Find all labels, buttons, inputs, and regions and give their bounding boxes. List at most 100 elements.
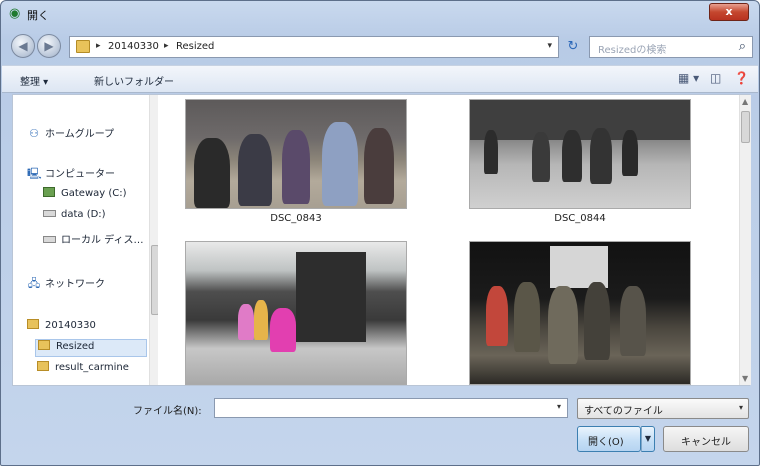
photo-figure <box>486 286 508 346</box>
back-arrow-icon: ◀ <box>18 39 28 53</box>
photo-figure <box>620 286 646 356</box>
open-options-button[interactable]: ▼ <box>641 426 655 452</box>
file-list: DSC_0843 DSC_0844 ▲ ▼ <box>161 95 751 385</box>
sidebar-item-label: Gateway (C:) <box>61 188 127 199</box>
photo-wall <box>296 252 366 342</box>
sidebar-item-label: ホームグループ <box>45 129 115 140</box>
file-name[interactable]: DSC_0844 <box>470 213 690 224</box>
photo-figure <box>238 304 254 340</box>
photo-figure <box>622 130 638 176</box>
file-list-scrollbar-thumb[interactable] <box>741 111 750 143</box>
folder-icon <box>76 40 90 53</box>
sidebar-scrollbar-thumb[interactable] <box>151 245 158 315</box>
homegroup-icon: ⚇ <box>29 127 39 140</box>
sidebar-item-label: ネットワーク <box>45 279 105 290</box>
sidebar-item-resized[interactable]: Resized <box>35 339 147 357</box>
sidebar-item-label: Resized <box>56 341 95 352</box>
sidebar-item-homegroup[interactable]: ⚇ ホームグループ <box>27 125 114 143</box>
file-type-value: すべてのファイル <box>584 406 663 417</box>
sidebar-item-label: コンピューター <box>45 169 115 180</box>
organize-menu-button[interactable]: 整理 ▾ <box>20 73 48 88</box>
open-file-dialog: ◉ 開く x ◀ ▶ ▸ 20140330 ▸ Resized ▾ ↻ Resi… <box>0 0 760 466</box>
drive-icon <box>43 236 56 243</box>
photo-figure <box>270 308 296 352</box>
filename-input[interactable]: ▾ <box>214 398 568 418</box>
folder-icon <box>38 340 50 350</box>
refresh-icon: ↻ <box>567 39 579 54</box>
file-type-select[interactable]: すべてのファイル ▾ <box>577 398 749 419</box>
scroll-up-icon[interactable]: ▲ <box>742 97 748 106</box>
forward-arrow-icon: ▶ <box>44 39 54 53</box>
file-thumbnail[interactable] <box>469 241 691 385</box>
address-bar[interactable]: ▸ 20140330 ▸ Resized ▾ <box>69 36 559 58</box>
open-button[interactable]: 開く(O) <box>577 426 641 452</box>
sidebar-item-label: ローカル ディス… <box>61 235 144 246</box>
help-icon[interactable]: ❓ <box>734 71 749 85</box>
preview-pane-icon[interactable]: ◫ <box>710 71 721 85</box>
forward-button[interactable]: ▶ <box>37 34 61 58</box>
sidebar-item-data-d[interactable]: data (D:) <box>43 209 106 227</box>
title-bar[interactable]: ◉ 開く x <box>1 1 759 27</box>
sidebar-item-computer[interactable]: 🖳 コンピューター <box>27 165 115 183</box>
sidebar-item-label: 20140330 <box>45 320 96 331</box>
photo-figure <box>590 128 612 184</box>
search-placeholder: Resizedの検索 <box>598 45 667 56</box>
cancel-button-label: キャンセル <box>681 437 731 448</box>
filename-label: ファイル名(N): <box>133 406 202 417</box>
scroll-down-icon[interactable]: ▼ <box>742 374 748 383</box>
app-icon: ◉ <box>9 6 21 21</box>
photo-figure <box>584 282 610 360</box>
content-area: ⚇ ホームグループ 🖳 コンピューター Gateway (C:) data (D:)… <box>12 94 751 386</box>
refresh-button[interactable]: ↻ <box>563 36 583 58</box>
file-thumbnail-dsc-0844[interactable] <box>469 99 691 209</box>
view-options-icon[interactable]: ▦ ▾ <box>678 71 699 85</box>
navigation-pane: ⚇ ホームグループ 🖳 コンピューター Gateway (C:) data (D:)… <box>13 95 158 385</box>
search-icon: ⌕ <box>738 39 746 54</box>
photo-figure <box>194 138 230 208</box>
photo-figure <box>364 128 394 204</box>
chevron-down-icon[interactable]: ▾ <box>547 41 552 51</box>
file-thumbnail-dsc-0843[interactable] <box>185 99 407 209</box>
navigation-bar: ◀ ▶ ▸ 20140330 ▸ Resized ▾ ↻ Resizedの検索 … <box>11 34 753 60</box>
photo-figure <box>254 300 268 340</box>
sidebar-item-label: result_carmine <box>55 362 129 373</box>
file-thumbnail[interactable] <box>185 241 407 385</box>
sidebar-item-20140330[interactable]: 20140330 <box>27 319 96 337</box>
breadcrumb-separator-icon: ▸ <box>164 41 169 51</box>
photo-figure <box>238 134 272 206</box>
photo-figure <box>322 122 358 206</box>
network-icon: 🖧 <box>27 277 41 290</box>
breadcrumb-20140330[interactable]: 20140330 <box>108 41 159 52</box>
photo-figure <box>548 286 578 364</box>
photo-figure <box>562 130 582 182</box>
sidebar-item-local-disk[interactable]: ローカル ディス… <box>43 231 143 249</box>
close-button[interactable]: x <box>709 3 749 21</box>
cancel-button[interactable]: キャンセル <box>663 426 749 452</box>
folder-icon <box>37 361 49 371</box>
photo-figure <box>484 130 498 174</box>
file-list-scrollbar[interactable]: ▲ ▼ <box>739 95 751 385</box>
back-button[interactable]: ◀ <box>11 34 35 58</box>
breadcrumb-resized[interactable]: Resized <box>176 41 214 52</box>
dialog-footer: ファイル名(N): ▾ すべてのファイル ▾ 開く(O) ▼ キャンセル <box>1 386 759 466</box>
sidebar-item-network[interactable]: 🖧 ネットワーク <box>27 275 105 293</box>
command-toolbar: 整理 ▾ 新しいフォルダー ▦ ▾ ◫ ❓ <box>2 65 758 93</box>
drive-icon <box>43 210 56 217</box>
folder-icon <box>27 319 39 329</box>
sidebar-item-label: data (D:) <box>61 209 106 220</box>
file-name[interactable]: DSC_0843 <box>186 213 406 224</box>
sidebar-item-gateway-c[interactable]: Gateway (C:) <box>43 187 127 205</box>
chevron-down-icon[interactable]: ▾ <box>557 402 561 411</box>
chevron-down-icon: ▾ <box>738 403 743 412</box>
system-drive-icon <box>43 187 55 197</box>
window-title: 開く <box>27 9 49 22</box>
search-input[interactable]: Resizedの検索 ⌕ <box>589 36 753 58</box>
sidebar-scrollbar[interactable] <box>149 95 158 385</box>
photo-figure <box>514 282 540 352</box>
photo-figure <box>282 130 310 204</box>
sidebar-item-result-carmine[interactable]: result_carmine <box>37 361 129 379</box>
photo-building <box>470 100 690 140</box>
new-folder-button[interactable]: 新しいフォルダー <box>94 73 174 88</box>
open-button-label: 開く(O) <box>588 437 624 448</box>
computer-icon: 🖳 <box>27 167 42 180</box>
